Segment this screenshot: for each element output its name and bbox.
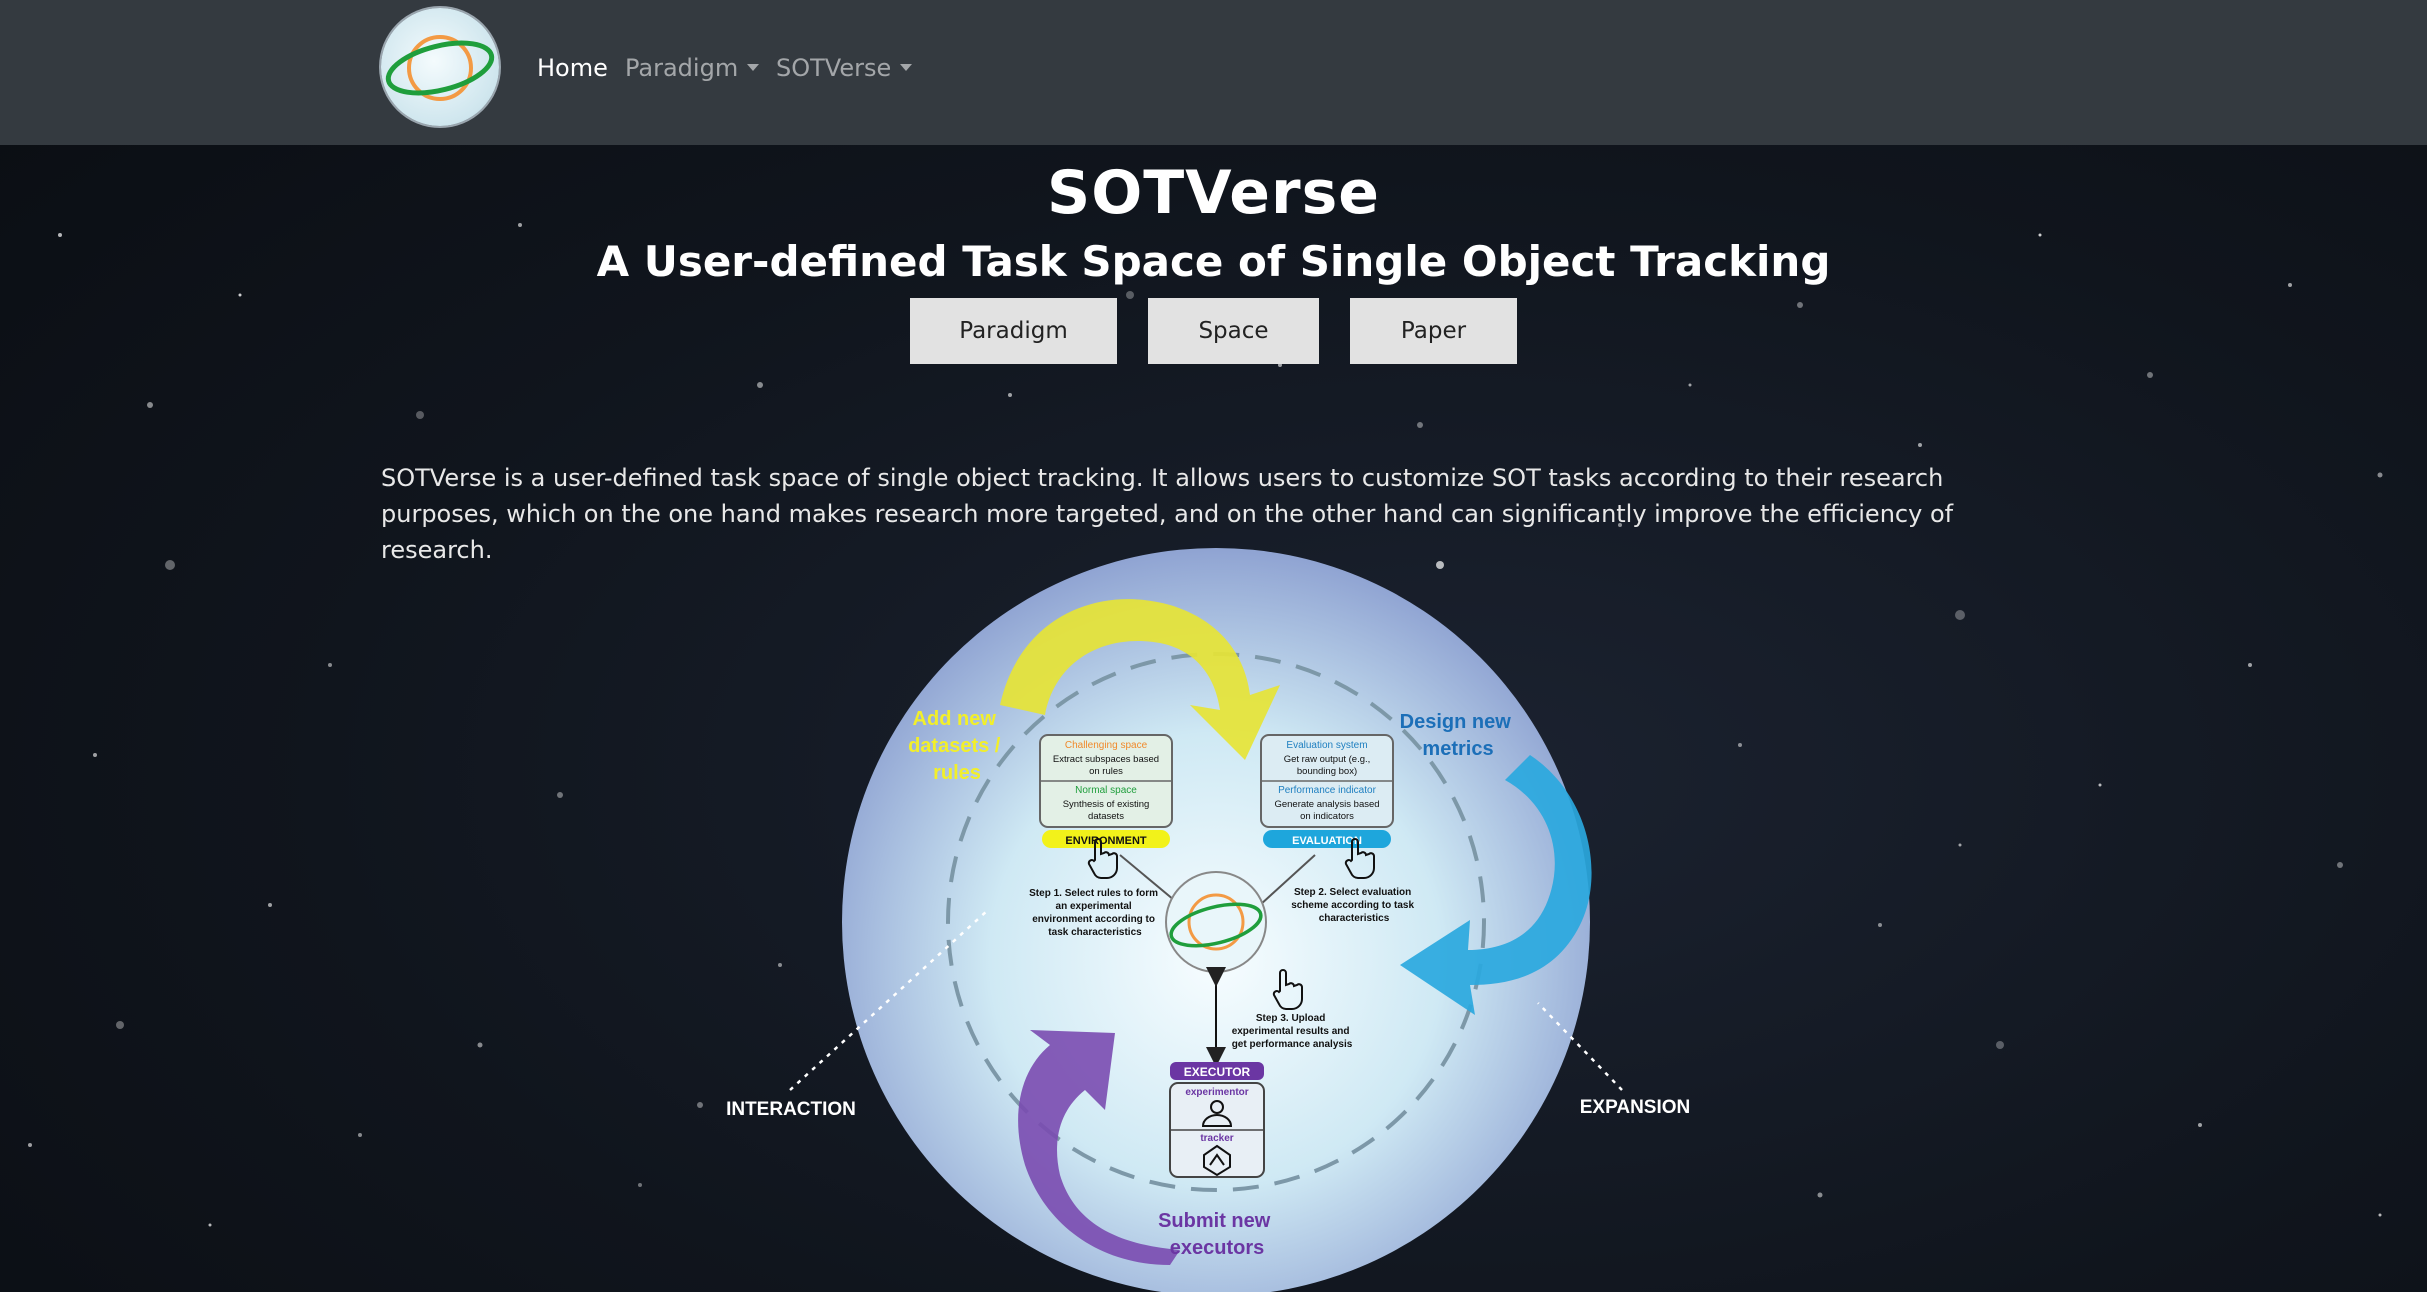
nav-paradigm-dropdown[interactable]: Paradigm bbox=[625, 52, 760, 84]
interaction-label: INTERACTION bbox=[726, 1099, 856, 1120]
caret-down-icon bbox=[900, 64, 913, 71]
nav-paradigm-label: Paradigm bbox=[625, 54, 739, 82]
svg-text:Normal space: Normal space bbox=[1075, 785, 1137, 796]
add-datasets-line1: Add new bbox=[913, 708, 997, 730]
svg-text:tracker: tracker bbox=[1200, 1133, 1233, 1144]
step2-line1: Step 2. Select evaluation bbox=[1294, 887, 1411, 898]
svg-text:on indicators: on indicators bbox=[1300, 811, 1354, 822]
step1-line2: an experimental bbox=[1056, 901, 1132, 912]
nav-home-link[interactable]: Home bbox=[537, 52, 608, 84]
step2-line3: characteristics bbox=[1319, 913, 1390, 924]
top-navbar: Home Paradigm SOTVerse bbox=[0, 0, 2427, 145]
nav-sotverse-dropdown[interactable]: SOTVerse bbox=[776, 52, 913, 84]
step3-line1: Step 3. Upload bbox=[1256, 1013, 1325, 1024]
submit-executors-line1: Submit new bbox=[1158, 1210, 1271, 1232]
step3-line2: experimental results and bbox=[1232, 1026, 1350, 1037]
evaluation-box: Evaluation system Get raw output (e.g., … bbox=[1260, 734, 1394, 848]
svg-text:Evaluation system: Evaluation system bbox=[1286, 740, 1367, 751]
step1-line1: Step 1. Select rules to form bbox=[1029, 888, 1158, 899]
svg-text:Get raw output (e.g.,: Get raw output (e.g., bbox=[1284, 754, 1371, 765]
space-button[interactable]: Space bbox=[1148, 298, 1319, 364]
step2-line2: scheme according to task bbox=[1291, 900, 1414, 911]
sotverse-diagram: Add new datasets / rules Design new metr… bbox=[726, 548, 1691, 1292]
page-title: SOTVerse bbox=[1047, 158, 1380, 228]
design-metrics-line2: metrics bbox=[1422, 738, 1493, 760]
expansion-label: EXPANSION bbox=[1580, 1097, 1691, 1118]
environment-box: Challenging space Extract subspaces base… bbox=[1039, 734, 1173, 848]
svg-text:datasets: datasets bbox=[1088, 811, 1124, 822]
svg-text:experimentor: experimentor bbox=[1185, 1087, 1248, 1098]
svg-text:Challenging space: Challenging space bbox=[1065, 740, 1148, 751]
planet-logo-icon[interactable] bbox=[381, 8, 499, 126]
add-datasets-line2: datasets / bbox=[908, 735, 1001, 757]
nav-sotverse-label: SOTVerse bbox=[776, 54, 892, 82]
step1-line4: task characteristics bbox=[1048, 927, 1142, 938]
design-metrics-line1: Design new bbox=[1400, 711, 1512, 733]
step3-line3: get performance analysis bbox=[1232, 1039, 1353, 1050]
svg-text:bounding box): bounding box) bbox=[1297, 766, 1357, 777]
step1-line3: environment according to bbox=[1032, 914, 1155, 925]
add-datasets-line3: rules bbox=[933, 762, 981, 784]
page-subtitle: A User-defined Task Space of Single Obje… bbox=[596, 237, 1831, 286]
svg-text:Synthesis of existing: Synthesis of existing bbox=[1063, 799, 1150, 810]
executor-label: EXECUTOR bbox=[1184, 1065, 1251, 1079]
environment-label: ENVIRONMENT bbox=[1065, 835, 1147, 847]
svg-text:Generate analysis based: Generate analysis based bbox=[1274, 799, 1379, 810]
paper-button[interactable]: Paper bbox=[1350, 298, 1517, 364]
caret-down-icon bbox=[747, 64, 760, 71]
submit-executors-line2: executors bbox=[1170, 1237, 1265, 1259]
paradigm-button[interactable]: Paradigm bbox=[910, 298, 1117, 364]
svg-text:on rules: on rules bbox=[1089, 766, 1123, 777]
executor-box: EXECUTOR experimentor tracker bbox=[1169, 1062, 1265, 1178]
svg-text:Extract subspaces based: Extract subspaces based bbox=[1053, 754, 1159, 765]
svg-text:Performance indicator: Performance indicator bbox=[1278, 785, 1376, 796]
